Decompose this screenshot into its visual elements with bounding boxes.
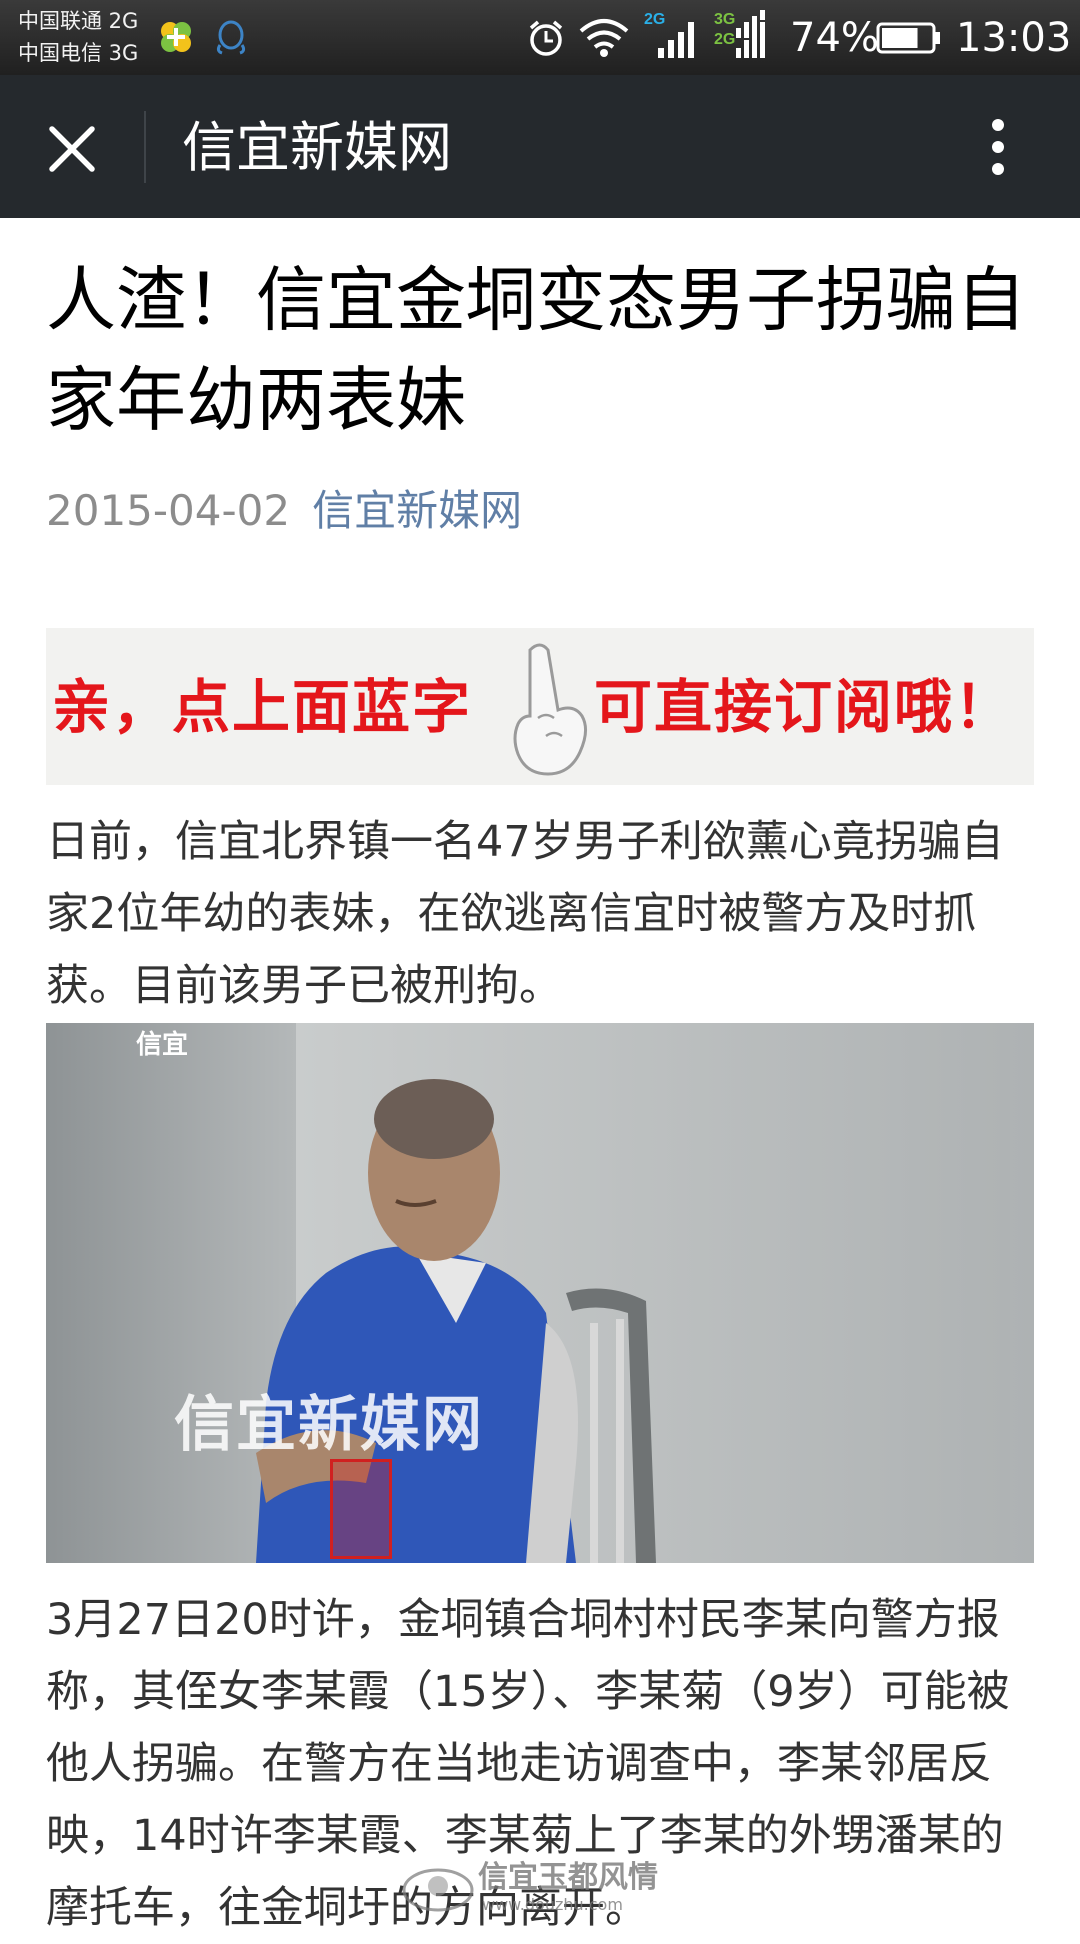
photo-watermark: 信宜新媒网 [174, 1390, 484, 1460]
title-divider [144, 111, 146, 183]
signal-2-label-bottom: 2G [714, 31, 735, 48]
close-icon [49, 126, 95, 172]
status-bar: 中国联通 2G 中国电信 3G 2G 3G 2G 74% 13:03 [0, 0, 1080, 75]
carrier-2: 中国电信 3G [18, 41, 139, 65]
photo-corner-tag: 信宜 [136, 1030, 189, 1060]
signal-1-label: 2G [644, 11, 665, 28]
carrier-1: 中国联通 2G [18, 9, 139, 33]
title-bar: 信宜新媒网 [0, 75, 1080, 218]
page-title: 信宜新媒网 [182, 116, 452, 179]
battery-icon [876, 22, 940, 54]
page-watermark-text: 信宜玉都风情 [478, 1860, 658, 1895]
wifi-icon [579, 19, 629, 57]
close-button[interactable] [30, 107, 114, 191]
photo-seal [330, 1459, 392, 1559]
banner-right-text: 可直接订阅哦！ [594, 673, 1015, 741]
pointing-hand-icon [513, 643, 587, 776]
clock: 13:03 [956, 15, 1072, 61]
signal-dual-icon: 3G 2G [714, 10, 765, 58]
article-title: 人渣！信宜金垌变态男子拐骗自家年幼两表妹 [46, 259, 1026, 441]
battery-percent: 74% [790, 15, 879, 61]
signal-2-label-top: 3G [714, 11, 735, 28]
subscribe-banner: 亲，点上面蓝字 可直接订阅哦！ [46, 628, 1034, 785]
alarm-icon [529, 20, 563, 56]
more-options-button[interactable] [970, 105, 1026, 189]
page-watermark: 信宜玉都风情 www.douzhu.com [398, 1858, 688, 1916]
article-paragraph-1: 日前，信宜北界镇一名47岁男子利欲薰心竟拐骗自家2位年幼的表妹，在欲逃离信宜时被… [46, 817, 1004, 1011]
page-watermark-url: www.douzhu.com [482, 1895, 623, 1914]
qq-icon [216, 20, 246, 55]
watermark-logo-icon [402, 1868, 474, 1912]
article-source-link[interactable]: 信宜新媒网 [312, 486, 522, 535]
more-vertical-icon [992, 119, 1004, 175]
photo-scene [46, 1023, 1034, 1563]
article-date: 2015-04-02 [46, 486, 291, 535]
article-photo[interactable]: 信宜 信宜新媒网 [46, 1023, 1034, 1563]
clover-app-icon [161, 22, 191, 52]
carrier-info: 中国联通 2G 中国电信 3G [18, 5, 138, 69]
signal-icon: 2G [644, 11, 694, 58]
article-meta: 2015-04-02 信宜新媒网 [46, 482, 522, 540]
banner-left-text: 亲，点上面蓝字 [52, 673, 473, 741]
